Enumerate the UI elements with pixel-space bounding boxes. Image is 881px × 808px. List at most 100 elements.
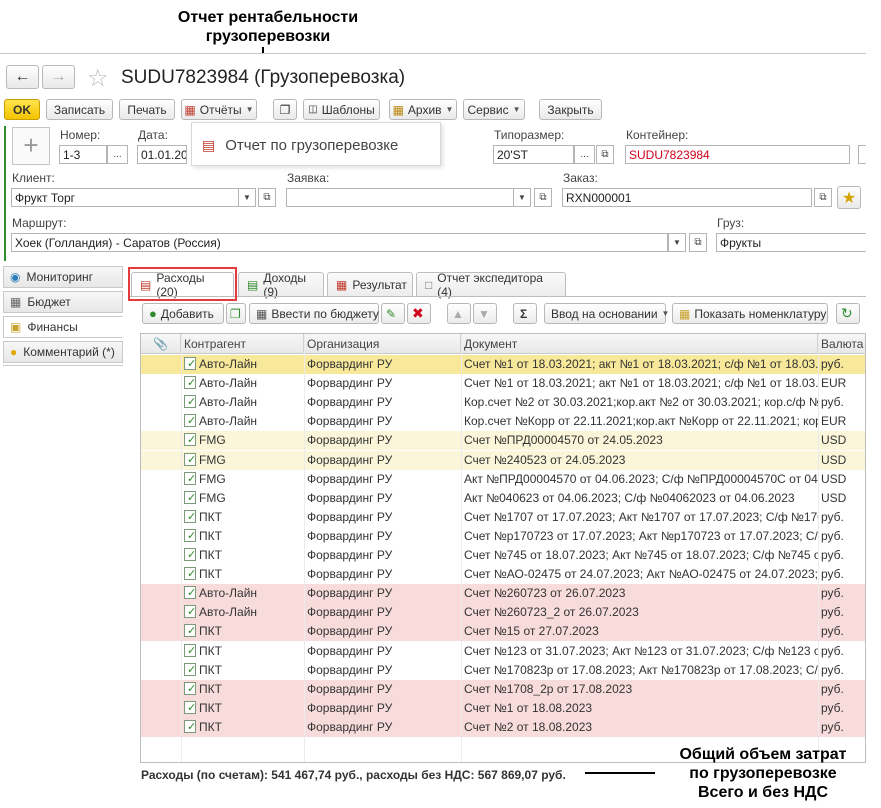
table-row[interactable]: ПКТ Форвардинг РУ Счет №1708_2р от 17.08.2… <box>141 679 865 699</box>
column-header-organization[interactable]: Организация <box>304 334 461 354</box>
edit-button[interactable]: ✎ <box>381 303 405 324</box>
counterparty-cell: ПКТ <box>181 642 304 661</box>
sidebar-item-comment[interactable]: ● Комментарий (*) <box>3 341 123 363</box>
posted-document-icon <box>184 508 196 527</box>
sum-button[interactable]: Σ <box>513 303 537 324</box>
counterparty-cell: ПКТ <box>181 565 304 584</box>
tab-label: Результат <box>352 278 407 292</box>
table-row[interactable]: ПКТ Форвардинг РУ Счет №745 от 18.07.2023;… <box>141 546 865 565</box>
result-chart-icon: ▦ <box>336 278 348 292</box>
table-row[interactable]: Авто-Лайн Форвардинг РУ Счет №1 от 18.03.2… <box>141 374 865 394</box>
templates-button[interactable]: ◫ Шаблоны <box>303 99 380 120</box>
refresh-button[interactable]: ↻ <box>836 303 860 324</box>
star-button[interactable]: ★ <box>837 186 861 209</box>
add-copy-button[interactable]: ❐ <box>226 303 246 324</box>
tab-income[interactable]: ▤ Доходы (9) <box>238 271 324 299</box>
close-button[interactable]: Закрыть <box>539 99 602 120</box>
add-copy-icon: ❐ <box>230 306 241 321</box>
date-field[interactable]: 01.01.20 <box>137 145 187 164</box>
organization-cell: Форвардинг РУ <box>307 509 393 524</box>
size-select-button[interactable]: ... <box>574 145 595 164</box>
table-row[interactable]: Авто-Лайн Форвардинг РУ Кор.счет №2 от 30.… <box>141 393 865 413</box>
table-row[interactable]: ПКТ Форвардинг РУ Счет №р170723 от 17.07.2… <box>141 526 865 546</box>
counterparty-text: Авто-Лайн <box>199 395 258 410</box>
sidebar-item-finances[interactable]: ▣ Финансы <box>3 316 123 338</box>
show-nomenclature-button[interactable]: ▦ Показать номенклатуру <box>672 303 828 324</box>
table-row[interactable]: FMG Форвардинг РУ Акт №040623 от 04.06.202… <box>141 488 865 508</box>
tab-result[interactable]: ▦ Результат <box>327 272 413 297</box>
table-row[interactable]: Авто-Лайн Форвардинг РУ Счет №1 от 18.03.2… <box>141 355 865 374</box>
client-open-button[interactable]: ⧉ <box>258 188 276 207</box>
back-button[interactable]: ← <box>6 65 39 89</box>
route-open-button[interactable]: ⧉ <box>689 233 707 252</box>
table-row[interactable]: Авто-Лайн Форвардинг РУ Счет №260723_2 от … <box>141 603 865 623</box>
table-row[interactable]: Авто-Лайн Форвардинг РУ Счет №260723 от 26… <box>141 584 865 604</box>
table-row[interactable]: FMG Форвардинг РУ Счет №240523 от 24.05.20… <box>141 450 865 470</box>
request-open-button[interactable]: ⧉ <box>534 188 552 207</box>
counterparty-cell: ПКТ <box>181 546 304 565</box>
counterparty-text: ПКТ <box>199 509 222 524</box>
table-row[interactable]: ПКТ Форвардинг РУ Счет №170823р от 17.08.2… <box>141 660 865 680</box>
currency-cell: руб. <box>821 586 844 601</box>
table-row[interactable]: FMG Форвардинг РУ Счет №ПРД00004570 от 24.… <box>141 431 865 451</box>
tabs-baseline <box>129 296 866 297</box>
add-row-button[interactable]: ● Добавить <box>142 303 224 324</box>
table-row[interactable]: Авто-Лайн Форвардинг РУ Кор.счет №Корр от … <box>141 412 865 432</box>
save-button[interactable]: Записать <box>46 99 113 120</box>
document-cell: Счет №260723_2 от 26.07.2023 <box>464 605 639 620</box>
request-field[interactable] <box>286 188 531 207</box>
reports-button[interactable]: ▦ Отчёты ▼ <box>181 99 257 120</box>
forward-button[interactable]: → <box>42 65 75 89</box>
attachment-column-header[interactable]: 📎 <box>141 334 181 354</box>
client-field[interactable]: Фрукт Торг <box>11 188 255 207</box>
enter-by-budget-button[interactable]: ▦ Ввести по бюджету <box>249 303 379 324</box>
table-row[interactable]: FMG Форвардинг РУ Акт №ПРД00004570 от 04.0… <box>141 469 865 489</box>
table-row[interactable]: ПКТ Форвардинг РУ Счет №1707 от 17.07.2023… <box>141 507 865 527</box>
column-header-counterparty[interactable]: Контрагент <box>181 334 304 354</box>
size-open-button[interactable]: ⧉ <box>596 145 614 164</box>
based-on-button[interactable]: Ввод на основании ▼ <box>544 303 669 324</box>
cargo-field[interactable]: Фрукты <box>716 233 866 252</box>
container-side-button[interactable] <box>858 145 866 164</box>
favorite-star-icon[interactable]: ☆ <box>87 64 109 93</box>
report-menu-item[interactable]: ▤ Отчет по грузоперевозке <box>202 137 398 154</box>
ok-button[interactable]: OK <box>4 99 40 120</box>
table-row[interactable]: ПКТ Форвардинг РУ Счет №1 от 18.08.2023 руб… <box>141 698 865 718</box>
table-row[interactable]: ПКТ Форвардинг РУ Счет №15 от 27.07.2023 ру… <box>141 622 865 642</box>
counterparty-text: FMG <box>199 490 226 505</box>
table-row[interactable]: ПКТ Форвардинг РУ Счет №123 от 31.07.2023;… <box>141 641 865 661</box>
size-field[interactable]: 20'ST <box>493 145 574 164</box>
archive-button[interactable]: ▦ Архив ▼ <box>389 99 457 120</box>
money-icon: ▣ <box>10 320 22 334</box>
currency-cell: EUR <box>821 414 847 429</box>
route-field[interactable]: Хоек (Голландия) - Саратов (Россия) <box>11 233 668 252</box>
table-row[interactable]: ПКТ Форвардинг РУ Счет №2 от 18.08.2023 руб… <box>141 717 865 737</box>
counterparty-cell: FMG <box>181 451 304 470</box>
container-field[interactable]: SUDU7823984 <box>625 145 850 164</box>
organization-cell: Форвардинг РУ <box>307 605 393 620</box>
route-dropdown-button[interactable]: ▼ <box>668 233 686 252</box>
number-select-button[interactable]: ... <box>107 145 128 164</box>
chevron-down-icon: ▼ <box>512 105 521 114</box>
column-header-currency[interactable]: Валюта <box>818 334 865 354</box>
add-picture-button[interactable]: + <box>12 127 50 165</box>
tab-forwarder-report[interactable]: □ Отчет экспедитора (4) <box>416 271 566 299</box>
order-open-button[interactable]: ⧉ <box>814 188 832 207</box>
sidebar-item-budget[interactable]: ▦ Бюджет <box>3 291 123 313</box>
order-field[interactable]: RXN000001 <box>562 188 812 207</box>
client-dropdown-button[interactable]: ▼ <box>238 188 256 207</box>
column-header-document[interactable]: Документ <box>461 334 818 354</box>
copy-button[interactable]: ❐ <box>273 99 297 120</box>
counterparty-text: Авто-Лайн <box>199 586 258 601</box>
sidebar-item-monitoring[interactable]: ◉ Мониторинг <box>3 266 123 288</box>
service-button[interactable]: Сервис ▼ <box>463 99 525 120</box>
posted-document-icon <box>184 565 196 584</box>
move-up-button[interactable]: ▲ <box>447 303 471 324</box>
document-cell: Акт №040623 от 04.06.2023; С/ф №04062023… <box>464 490 795 505</box>
table-row[interactable]: ПКТ Форвардинг РУ Счет №АО-02475 от 24.07.… <box>141 565 865 585</box>
number-field[interactable]: 1-3 <box>59 145 107 164</box>
request-dropdown-button[interactable]: ▼ <box>513 188 531 207</box>
delete-button[interactable]: ✖ <box>407 303 431 324</box>
print-button[interactable]: Печать <box>119 99 175 120</box>
move-down-button[interactable]: ▼ <box>473 303 497 324</box>
